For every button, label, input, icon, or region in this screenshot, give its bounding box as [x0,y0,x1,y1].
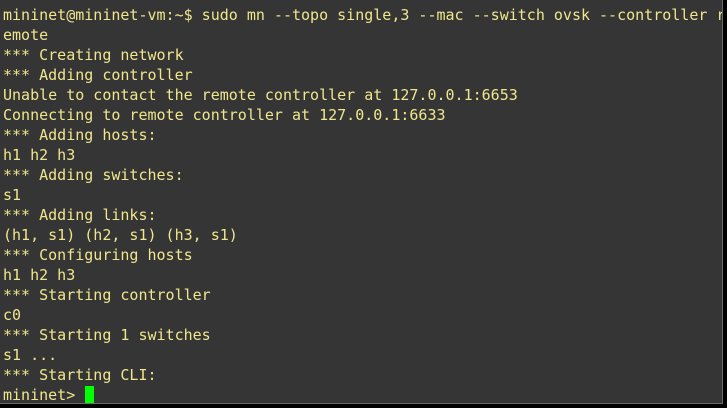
command-line-start: mininet@mininet-vm:~$ sudo mn --topo sin… [3,6,722,24]
terminal-output: mininet@mininet-vm:~$ sudo mn --topo sin… [3,5,722,404]
output-line: (h1, s1) (h2, s1) (h3, s1) [3,226,238,244]
output-line: *** Adding controller [3,66,193,84]
prompt-line[interactable]: mininet> [3,385,722,404]
command-line-wrap: emote [3,26,49,44]
output-line: *** Configuring hosts [3,246,193,264]
output-line: h1 h2 h3 [3,146,76,164]
output-line: *** Adding hosts: [3,126,157,144]
output-line: Connecting to remote controller at 127.0… [3,106,446,124]
output-line: *** Starting controller [3,286,211,304]
text-cursor [85,386,95,403]
output-line: s1 ... [3,346,58,364]
output-line: h1 h2 h3 [3,266,76,284]
output-line: *** Adding switches: [3,166,184,184]
output-line: Unable to contact the remote controller … [3,86,518,104]
terminal-window[interactable]: mininet@mininet-vm:~$ sudo mn --topo sin… [0,0,723,404]
output-line: *** Starting CLI: [3,366,157,384]
output-line: s1 [3,186,22,204]
cli-prompt: mininet> [3,386,85,404]
output-line: *** Creating network [3,46,184,64]
output-line: *** Adding links: [3,206,157,224]
output-line: *** Starting 1 switches [3,326,211,344]
output-line: c0 [3,306,22,324]
